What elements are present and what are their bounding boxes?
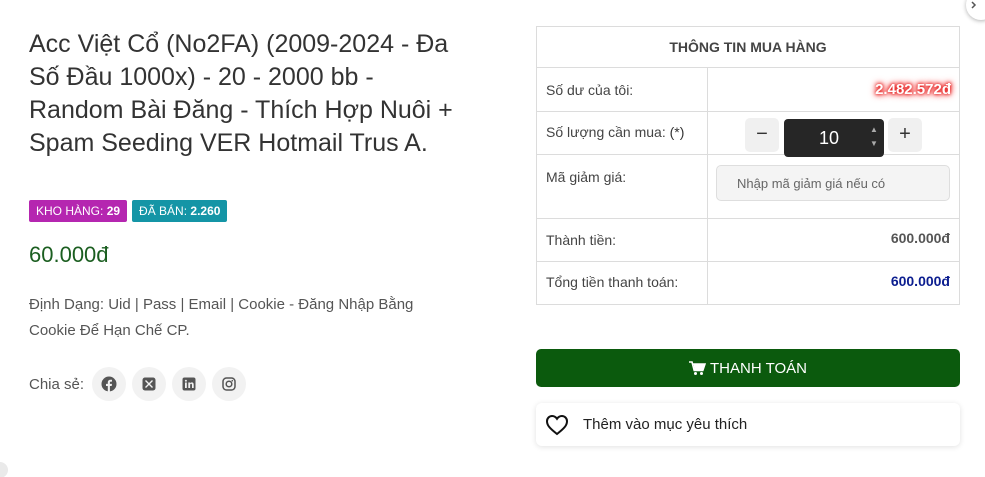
quantity-row: Số lượng cần mua: (*) − ▲ ▼ + bbox=[537, 112, 959, 157]
sold-value: 2.260 bbox=[190, 204, 221, 218]
spin-down-icon[interactable]: ▼ bbox=[868, 137, 880, 151]
quantity-decrease-button[interactable]: − bbox=[745, 118, 779, 152]
cart-icon bbox=[689, 360, 707, 375]
share-facebook-button[interactable] bbox=[92, 367, 127, 401]
facebook-icon bbox=[101, 376, 117, 392]
total-label: Tổng tiền thanh toán: bbox=[537, 262, 708, 304]
share-bar: Chia sẻ: bbox=[29, 367, 247, 401]
stock-value: 29 bbox=[106, 204, 121, 218]
subtotal-label: Thành tiền: bbox=[537, 219, 708, 261]
heart-icon bbox=[545, 414, 569, 435]
quantity-increase-button[interactable]: + bbox=[888, 118, 922, 152]
x-icon bbox=[142, 377, 156, 391]
balance-label: Số dư của tôi: bbox=[537, 68, 708, 111]
quantity-spinner[interactable]: ▲ ▼ bbox=[868, 123, 880, 153]
product-price: 60.000đ bbox=[29, 242, 109, 267]
quantity-label: Số lượng cần mua: bbox=[546, 124, 666, 140]
sold-label: ĐÃ BÁN: bbox=[139, 204, 188, 218]
subtotal-value: 600.000đ bbox=[890, 230, 950, 246]
pay-button[interactable]: THANH TOÁN bbox=[536, 349, 960, 387]
purchase-info-table: THÔNG TIN MUA HÀNG Số dư của tôi: 2.482.… bbox=[536, 26, 960, 305]
coupon-row: Mã giảm giá: bbox=[537, 155, 959, 219]
total-value: 600.000đ bbox=[890, 273, 950, 289]
share-instagram-button[interactable] bbox=[212, 367, 247, 401]
chevron-icon bbox=[971, 1, 977, 9]
sold-badge: ĐÃ BÁN: 2.260 bbox=[132, 200, 228, 222]
linkedin-icon bbox=[182, 377, 196, 391]
instagram-icon bbox=[222, 377, 236, 391]
purchase-info-header: THÔNG TIN MUA HÀNG bbox=[537, 27, 959, 68]
balance-row: Số dư của tôi: 2.482.572đ bbox=[537, 68, 959, 112]
pay-button-label: THANH TOÁN bbox=[710, 359, 807, 377]
required-mark: (*) bbox=[669, 124, 685, 140]
spin-up-icon[interactable]: ▲ bbox=[868, 123, 880, 137]
total-row: Tổng tiền thanh toán: 600.000đ bbox=[537, 262, 959, 304]
share-label: Chia sẻ: bbox=[29, 375, 85, 393]
wishlist-label: Thêm vào mục yêu thích bbox=[583, 416, 748, 433]
product-title: Acc Việt Cổ (No2FA) (2009-2024 - Đa Số Đ… bbox=[29, 30, 453, 157]
stock-label: KHO HÀNG: bbox=[36, 204, 104, 218]
add-to-wishlist-button[interactable]: Thêm vào mục yêu thích bbox=[536, 403, 960, 446]
product-page: Acc Việt Cổ (No2FA) (2009-2024 - Đa Số Đ… bbox=[0, 0, 985, 477]
share-linkedin-button[interactable] bbox=[172, 367, 207, 401]
balance-value: 2.482.572đ bbox=[875, 81, 951, 98]
coupon-input[interactable] bbox=[716, 165, 950, 201]
quantity-label-cell: Số lượng cần mua: (*) bbox=[537, 112, 708, 154]
close-button[interactable] bbox=[966, 0, 985, 20]
coupon-label: Mã giảm giá: bbox=[537, 155, 708, 218]
subtotal-row: Thành tiền: 600.000đ bbox=[537, 219, 959, 262]
scroll-top-button[interactable] bbox=[0, 462, 8, 477]
stock-badge: KHO HÀNG: 29 bbox=[29, 200, 128, 222]
product-description: Định Dạng: Uid | Pass | Email | Cookie -… bbox=[29, 296, 414, 339]
product-badges: KHO HÀNG: 29 ĐÃ BÁN: 2.260 bbox=[29, 200, 228, 222]
share-x-button[interactable] bbox=[132, 367, 167, 401]
